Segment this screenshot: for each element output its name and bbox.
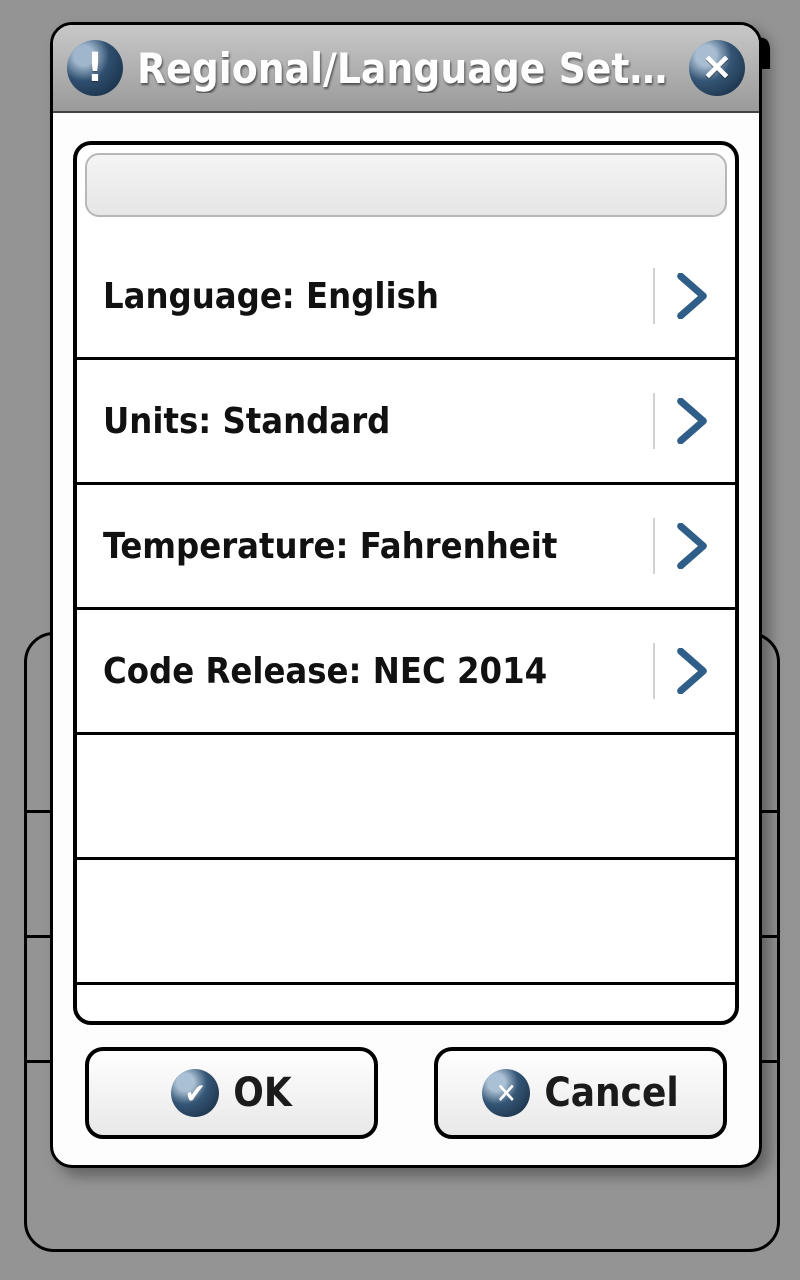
row-separator [653,268,655,324]
row-separator [653,643,655,699]
close-icon: ✕ [702,47,732,89]
row-code-release[interactable]: Code Release: NEC 2014 [77,610,735,735]
dialog-body: Language: English Units: Standard Temper… [73,141,739,1025]
cancel-icon: ✕ [482,1069,530,1117]
row-separator [653,518,655,574]
ok-button-label: OK [233,1070,291,1116]
cancel-button[interactable]: ✕ Cancel [434,1047,727,1139]
row-empty [77,735,735,860]
dialog-title: Regional/Language Sett… [137,44,675,93]
ok-button[interactable]: ✔ OK [85,1047,378,1139]
close-button[interactable]: ✕ [689,40,745,96]
cancel-button-label: Cancel [544,1070,678,1116]
row-label: Temperature: Fahrenheit [103,526,653,567]
row-units[interactable]: Units: Standard [77,360,735,485]
settings-list: Language: English Units: Standard Temper… [77,235,735,985]
row-temperature[interactable]: Temperature: Fahrenheit [77,485,735,610]
row-label: Code Release: NEC 2014 [103,651,653,692]
row-language[interactable]: Language: English [77,235,735,360]
search-input[interactable] [85,153,727,217]
regional-settings-dialog: ! Regional/Language Sett… ✕ Language: En… [50,22,762,1168]
row-separator [653,393,655,449]
dialog-footer: ✔ OK ✕ Cancel [85,1047,727,1139]
chevron-right-icon [675,273,709,319]
row-label: Units: Standard [103,401,653,442]
chevron-right-icon [675,648,709,694]
chevron-right-icon [675,523,709,569]
chevron-right-icon [675,398,709,444]
check-icon: ✔ [171,1069,219,1117]
dialog-header: ! Regional/Language Sett… ✕ [53,25,759,113]
alert-icon: ! [67,40,123,96]
row-empty [77,860,735,985]
row-label: Language: English [103,276,653,317]
